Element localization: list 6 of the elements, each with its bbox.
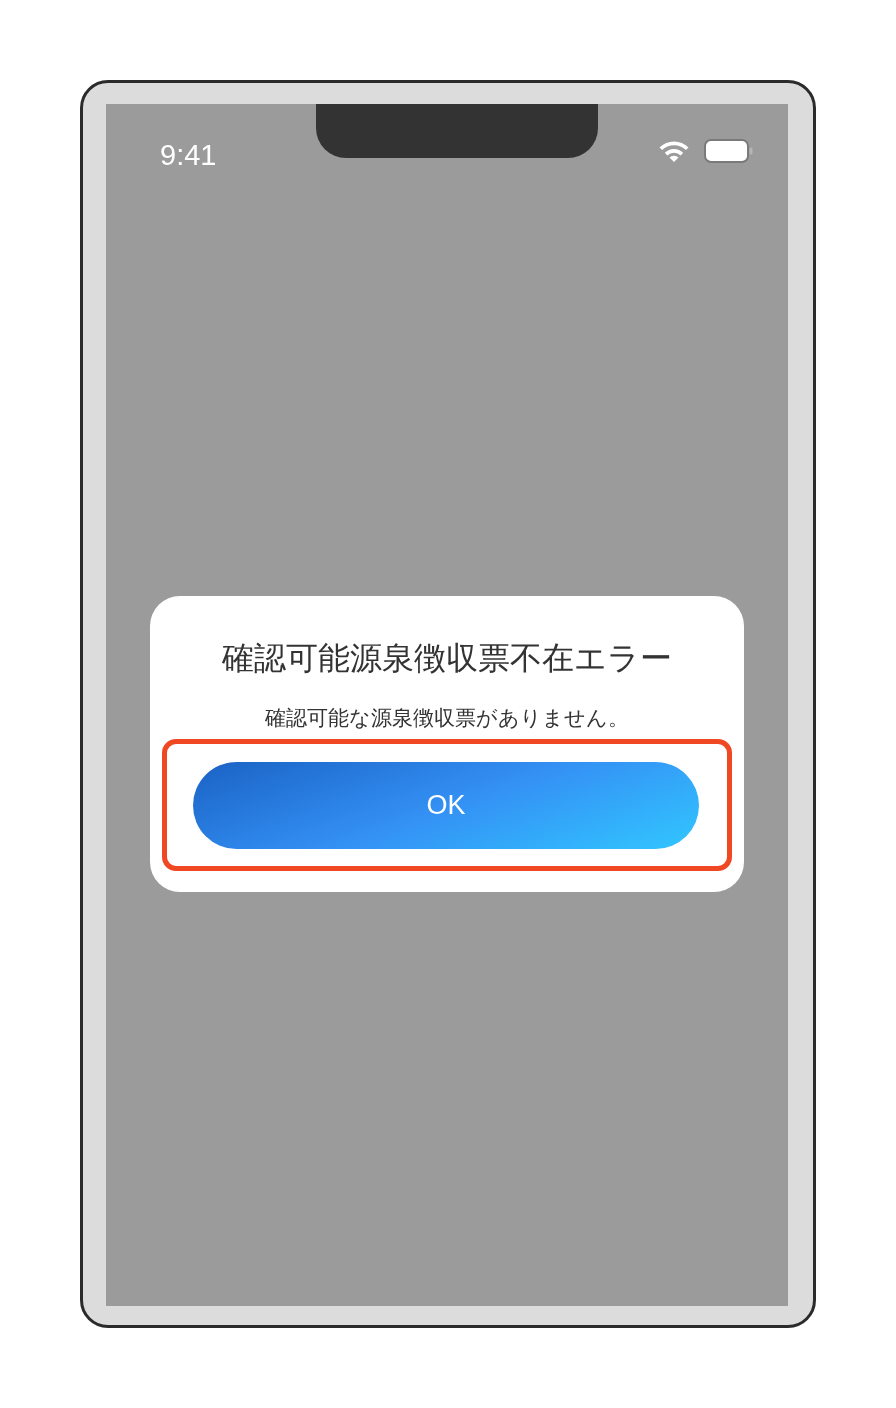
dialog-title: 確認可能源泉徴収票不在エラー [222, 639, 672, 678]
status-time: 9:41 [160, 139, 217, 171]
battery-icon [704, 139, 753, 163]
wifi-icon [658, 140, 690, 162]
ok-button[interactable]: OK [193, 762, 699, 849]
dialog-message: 確認可能な源泉徴収票がありません。 [265, 705, 629, 731]
